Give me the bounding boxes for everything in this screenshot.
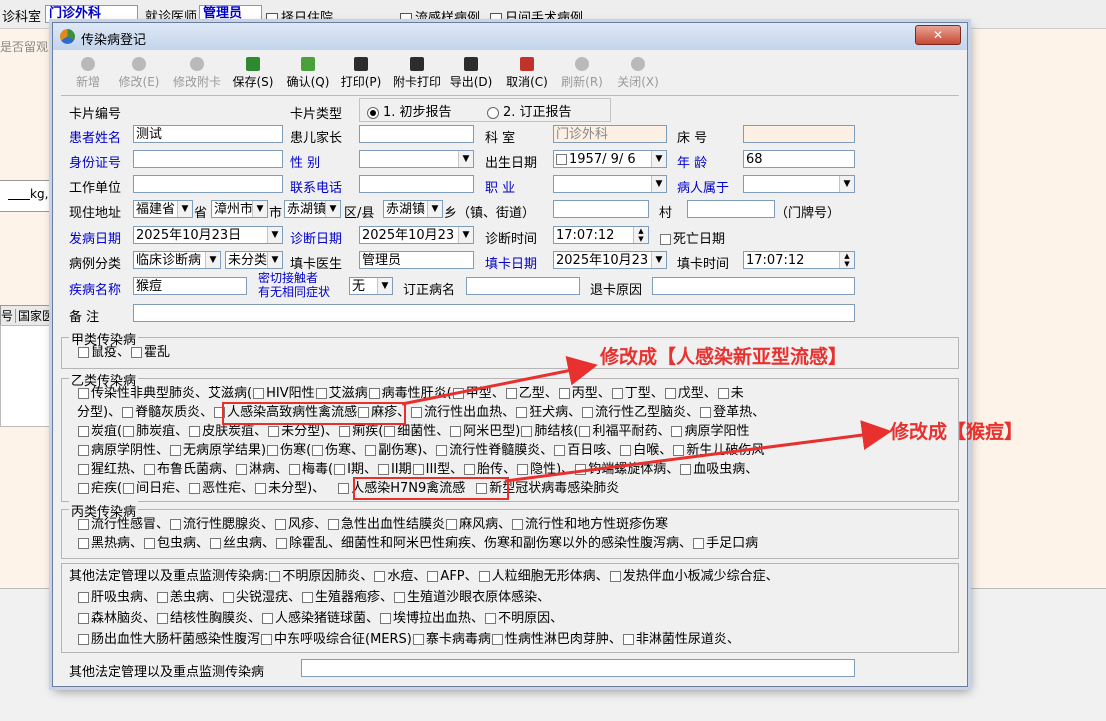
arrow-line-2	[504, 420, 892, 483]
annotation-note-1: 修改成【人感染新亚型流感】	[600, 346, 848, 368]
annotation-arrows	[401, 355, 892, 483]
arrow-line-1	[401, 355, 598, 406]
annotation-note-2: 修改成【猴痘】	[890, 421, 1024, 443]
